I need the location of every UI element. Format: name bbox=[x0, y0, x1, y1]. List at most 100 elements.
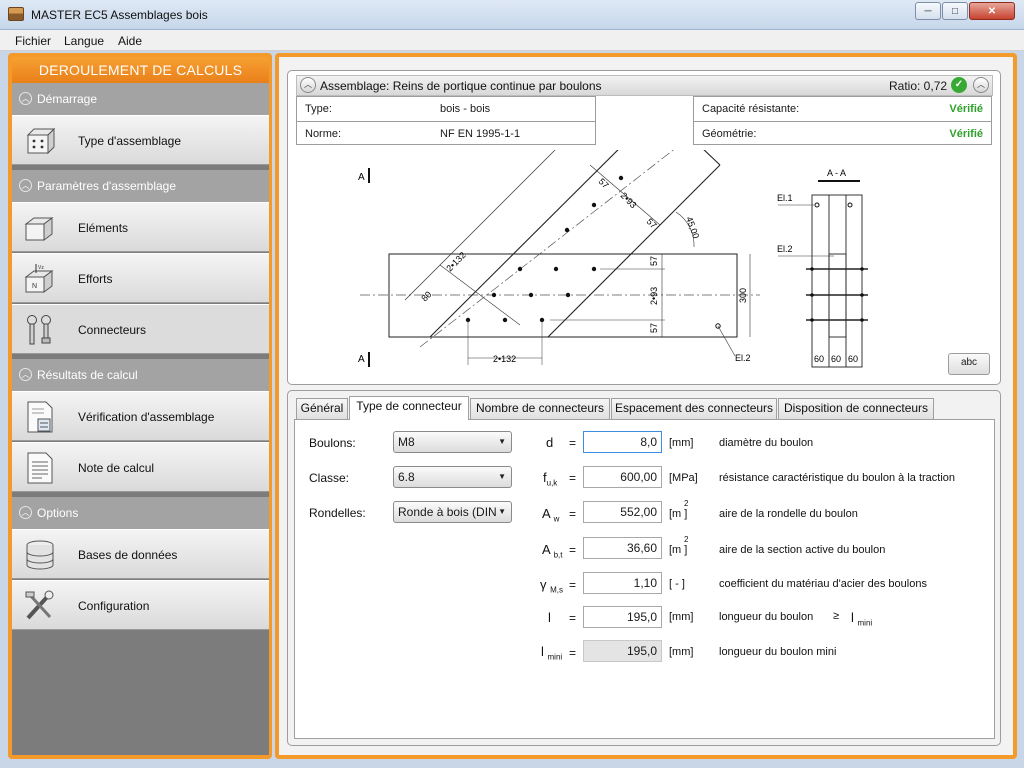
dim-label: 80 bbox=[419, 289, 433, 303]
dim-label: 2•93 bbox=[649, 287, 659, 305]
assembly-type-icon bbox=[26, 127, 56, 155]
sidebar-item-label: Connecteurs bbox=[78, 323, 147, 337]
dim-label: 2•93 bbox=[619, 190, 639, 210]
unit-label: [m ] bbox=[669, 544, 688, 556]
bolt-active-area-input[interactable]: 36,60 bbox=[583, 537, 662, 559]
bolts-value: M8 bbox=[398, 435, 415, 449]
app-icon bbox=[8, 7, 24, 21]
bolt-diameter-input[interactable]: 8,0 bbox=[583, 431, 662, 453]
info-table-right: Capacité résistante: Vérifié Géométrie: … bbox=[693, 96, 992, 145]
sidebar-item-bases-donnees[interactable]: Bases de données bbox=[12, 529, 269, 579]
dim-label: 57 bbox=[597, 176, 611, 190]
unit-label: [mm] bbox=[669, 611, 694, 623]
param-symbol: fu,k bbox=[543, 470, 558, 488]
equals-sign: = bbox=[569, 436, 577, 450]
menu-bar: Fichier Langue Aide bbox=[0, 30, 1024, 51]
expand-button[interactable]: ︿ bbox=[973, 77, 989, 93]
class-label: Classe: bbox=[309, 471, 350, 485]
connectors-icon bbox=[27, 315, 51, 345]
chevron-down-icon: ▼ bbox=[498, 507, 506, 516]
sidebar-item-label: Efforts bbox=[78, 272, 113, 286]
sidebar-item-label: Vérification d'assemblage bbox=[78, 410, 215, 424]
param-description: longueur du boulon mini bbox=[719, 646, 837, 658]
section-resultats[interactable]: ︿ Résultats de calcul bbox=[12, 359, 269, 391]
washers-select[interactable]: Ronde à bois (DIN ▼ bbox=[393, 501, 512, 523]
minimize-button[interactable]: ─ bbox=[915, 2, 941, 20]
sidebar-item-efforts[interactable]: N Vz Efforts bbox=[12, 253, 269, 303]
param-description: aire de la section active du boulon bbox=[719, 544, 886, 556]
section-options[interactable]: ︿ Options bbox=[12, 497, 269, 529]
status-verified: Vérifié bbox=[949, 103, 983, 115]
close-button[interactable]: ✕ bbox=[969, 2, 1015, 20]
dim-label: 57 bbox=[649, 323, 659, 333]
sidebar-item-elements[interactable]: Eléments bbox=[12, 202, 269, 252]
chevron-up-icon: ︿ bbox=[19, 179, 32, 192]
annotations-toggle-button[interactable]: abc bbox=[948, 353, 990, 375]
sidebar-item-note-calcul[interactable]: Note de calcul bbox=[12, 442, 269, 492]
menu-fichier[interactable]: Fichier bbox=[15, 34, 51, 48]
button-label: abc bbox=[960, 357, 978, 368]
menu-aide[interactable]: Aide bbox=[118, 34, 142, 48]
svg-text:Vz: Vz bbox=[38, 265, 44, 271]
dim-label: 300 bbox=[738, 288, 748, 303]
chevron-up-icon: ︿ bbox=[19, 92, 32, 105]
collapse-button[interactable]: ︿ bbox=[300, 77, 316, 93]
washer-area-input[interactable]: 552,00 bbox=[583, 501, 662, 523]
tab-nombre-connecteurs[interactable]: Nombre de connecteurs bbox=[470, 398, 610, 419]
rafter-edge bbox=[429, 150, 619, 338]
class-value: 6.8 bbox=[398, 470, 415, 484]
param-symbol: l bbox=[548, 610, 551, 625]
unit-label: [ - ] bbox=[669, 578, 685, 590]
class-select[interactable]: 6.8 ▼ bbox=[393, 466, 512, 488]
equals-sign: = bbox=[569, 471, 577, 485]
tab-type-connecteur[interactable]: Type de connecteur bbox=[349, 396, 469, 420]
section-outline bbox=[811, 194, 863, 368]
sidebar-item-verification[interactable]: Vérification d'assemblage bbox=[12, 391, 269, 441]
equals-sign: = bbox=[569, 543, 577, 557]
tab-espacement[interactable]: Espacement des connecteurs bbox=[611, 398, 777, 419]
tab-general[interactable]: Général bbox=[296, 398, 348, 419]
sidebar-item-label: Bases de données bbox=[78, 548, 178, 562]
param-symbol: l mini bbox=[541, 644, 563, 662]
dim-line bbox=[404, 150, 556, 301]
sidebar-item-configuration[interactable]: Configuration bbox=[12, 580, 269, 630]
bolts-select[interactable]: M8 ▼ bbox=[393, 431, 512, 453]
tab-disposition[interactable]: Disposition de connecteurs bbox=[778, 398, 934, 419]
sidebar-item-label: Eléments bbox=[78, 221, 129, 235]
info-row-norme: Norme: NF EN 1995-1-1 bbox=[297, 121, 595, 145]
info-row-type: Type: bois - bois bbox=[297, 97, 595, 121]
ratio-label: Ratio: 0,72 bbox=[889, 79, 948, 93]
bolt-length-input[interactable]: 195,0 bbox=[583, 606, 662, 628]
section-label: Options bbox=[37, 506, 79, 520]
comparison-symbol: l mini bbox=[851, 610, 873, 628]
chevron-up-icon: ︿ bbox=[19, 506, 32, 519]
verification-icon bbox=[27, 401, 53, 433]
beam-outline bbox=[388, 253, 738, 338]
info-label: Norme: bbox=[305, 128, 342, 140]
sidebar-item-connecteurs[interactable]: Connecteurs bbox=[12, 304, 269, 354]
svg-text:N: N bbox=[32, 283, 37, 290]
elements-icon bbox=[24, 217, 54, 241]
chevron-up-icon: ︿ bbox=[19, 368, 32, 381]
comparison-sign: ≥ bbox=[833, 610, 840, 622]
param-symbol: A b,t bbox=[542, 542, 563, 560]
bolt-tensile-strength-input[interactable]: 600,00 bbox=[583, 466, 662, 488]
section-label: Démarrage bbox=[37, 92, 98, 106]
database-icon bbox=[26, 540, 54, 570]
dim-label: 2•132 bbox=[493, 354, 516, 364]
title-bar: MASTER EC5 Assemblages bois ─ □ ✕ bbox=[0, 0, 1024, 30]
sidebar-item-type-assemblage[interactable]: Type d'assemblage bbox=[12, 115, 269, 165]
info-row-geometrie: Géométrie: Vérifié bbox=[694, 121, 991, 145]
steel-coefficient-input[interactable]: 1,10 bbox=[583, 572, 662, 594]
panel-header: DEROULEMENT DE CALCULS bbox=[12, 57, 269, 83]
section-parametres[interactable]: ︿ Paramètres d'assemblage bbox=[12, 170, 269, 202]
info-value: NF EN 1995-1-1 bbox=[440, 128, 521, 140]
section-title: A - A bbox=[827, 168, 846, 178]
param-description: longueur du boulon bbox=[719, 611, 814, 623]
section-demarrage[interactable]: ︿ Démarrage bbox=[12, 83, 269, 115]
param-symbol: A w bbox=[542, 506, 560, 524]
dim-label: 60 bbox=[848, 354, 858, 364]
menu-langue[interactable]: Langue bbox=[64, 34, 104, 48]
maximize-button[interactable]: □ bbox=[942, 2, 968, 20]
unit-label: [mm] bbox=[669, 646, 694, 658]
